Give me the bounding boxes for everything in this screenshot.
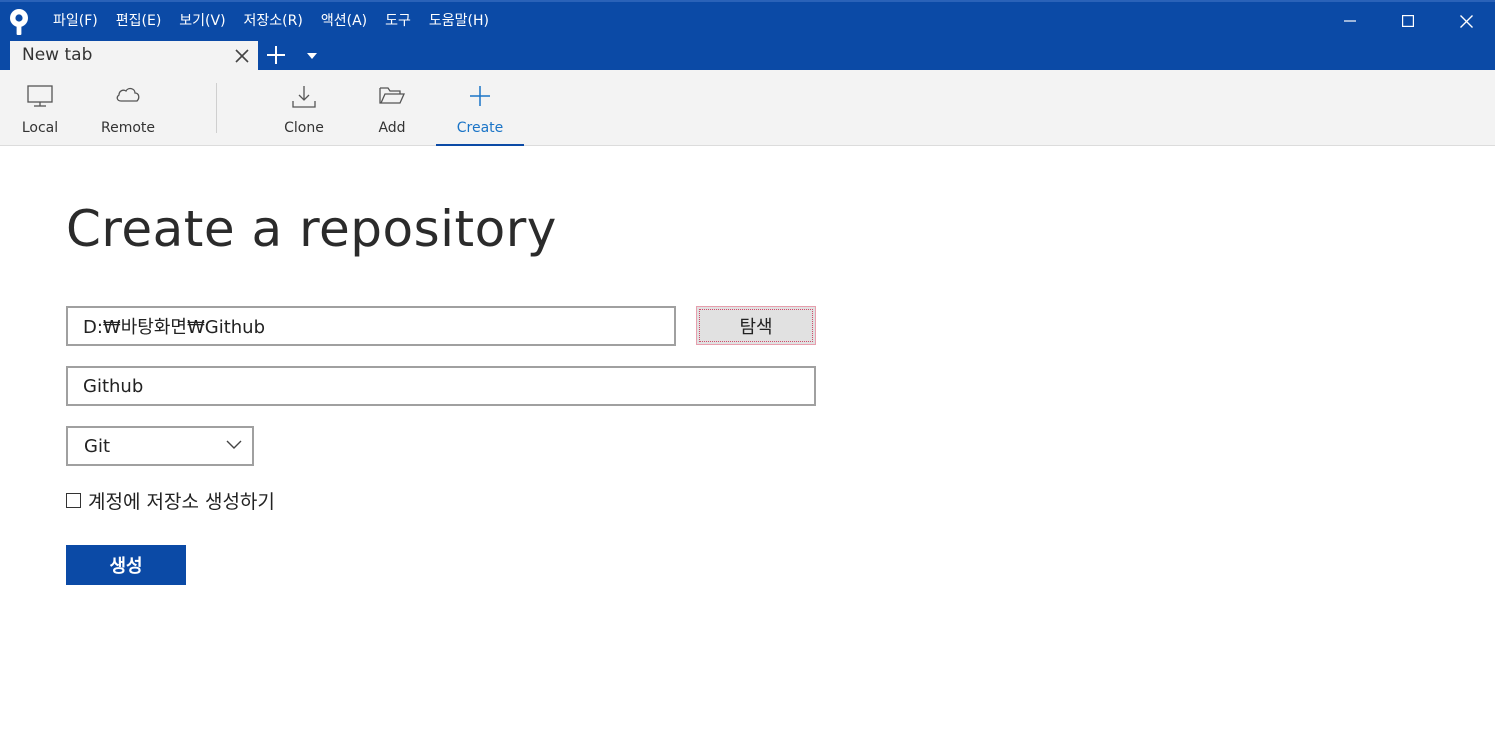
page-title: Create a repository — [66, 200, 557, 258]
title-bar: 파일(F) 편집(E) 보기(V) 저장소(R) 액션(A) 도구 도움말(H) — [0, 0, 1495, 40]
tab-label: New tab — [22, 45, 93, 65]
chevron-down-icon — [226, 440, 242, 449]
create-button[interactable]: 생성 — [66, 545, 186, 585]
toolbar-remote[interactable]: Remote — [92, 70, 164, 146]
toolbar-divider — [216, 83, 217, 133]
menu-edit[interactable]: 편집(E) — [107, 2, 171, 40]
monitor-icon — [27, 85, 53, 107]
toolbar-clone[interactable]: Clone — [274, 70, 334, 146]
folder-open-icon — [379, 87, 406, 104]
toolbar-create-label: Create — [456, 120, 504, 136]
menu-actions[interactable]: 액션(A) — [312, 2, 376, 40]
toolbar-add-label: Add — [378, 120, 406, 136]
account-repo-option: 계정에 저장소 생성하기 — [66, 487, 275, 514]
toolbar-add[interactable]: Add — [362, 70, 422, 146]
path-input[interactable]: D:₩바탕화면₩Github — [66, 306, 676, 346]
menu-bar: 파일(F) 편집(E) 보기(V) 저장소(R) 액션(A) 도구 도움말(H) — [44, 2, 498, 40]
close-icon — [1459, 14, 1473, 28]
menu-view[interactable]: 보기(V) — [170, 2, 234, 40]
browse-button[interactable]: 탐색 — [696, 306, 816, 345]
sourcetree-logo-icon[interactable] — [8, 8, 30, 36]
tab-strip: New tab — [0, 40, 1495, 70]
maximize-icon — [1402, 15, 1414, 27]
close-window-button[interactable] — [1437, 2, 1495, 40]
vcs-type-value: Git — [84, 435, 111, 457]
minimize-icon — [1344, 20, 1356, 22]
close-tab-icon[interactable] — [234, 48, 250, 64]
vcs-type-select[interactable]: Git — [66, 426, 254, 466]
plus-icon — [470, 86, 490, 106]
account-repo-checkbox-label[interactable]: 계정에 저장소 생성하기 — [88, 487, 275, 514]
toolbar-clone-label: Clone — [284, 120, 324, 136]
maximize-button[interactable] — [1379, 2, 1437, 40]
toolbar: Local Remote Clone Add Create — [0, 70, 1495, 146]
repository-name-input[interactable]: Github — [66, 366, 816, 406]
minimize-button[interactable] — [1321, 2, 1379, 40]
window-controls — [1321, 2, 1495, 40]
toolbar-local[interactable]: Local — [10, 70, 70, 146]
toolbar-local-label: Local — [21, 120, 59, 136]
cloud-icon — [116, 87, 140, 102]
account-repo-checkbox[interactable] — [66, 492, 81, 508]
download-icon — [292, 86, 316, 108]
menu-file[interactable]: 파일(F) — [44, 2, 107, 40]
caret-down-icon[interactable] — [306, 52, 318, 60]
tab-new-tab[interactable]: New tab — [10, 41, 258, 70]
plus-icon[interactable] — [265, 44, 287, 66]
menu-repository[interactable]: 저장소(R) — [235, 2, 312, 40]
toolbar-remote-label: Remote — [100, 120, 156, 136]
toolbar-create[interactable]: Create — [436, 70, 524, 146]
menu-tools[interactable]: 도구 — [376, 2, 420, 40]
menu-help[interactable]: 도움말(H) — [420, 2, 498, 40]
